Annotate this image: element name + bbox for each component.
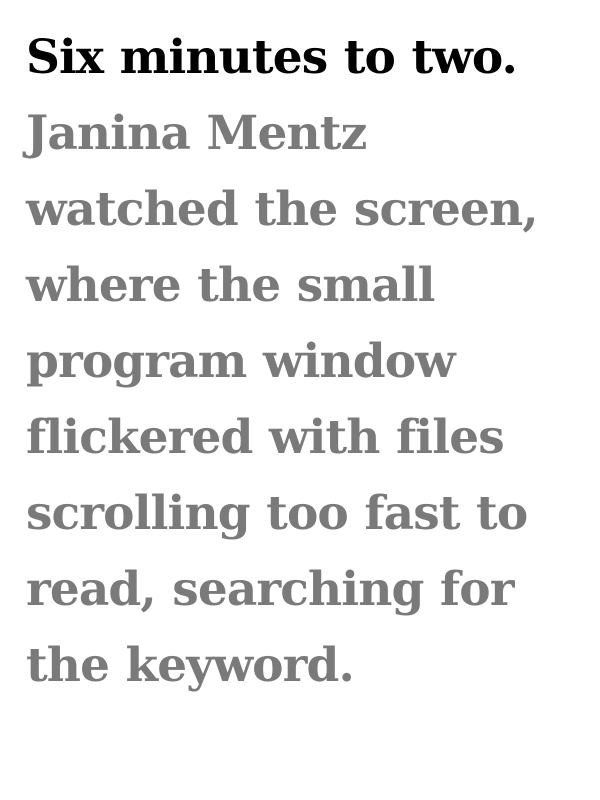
- lead-sentence: Six minutes to two.: [26, 30, 518, 85]
- text-page: Six minutes to two. Janina Mentz watched…: [26, 20, 571, 704]
- story-paragraph: Six minutes to two. Janina Mentz watched…: [26, 20, 571, 704]
- body-text: Janina Mentz watched the screen, where t…: [26, 106, 539, 693]
